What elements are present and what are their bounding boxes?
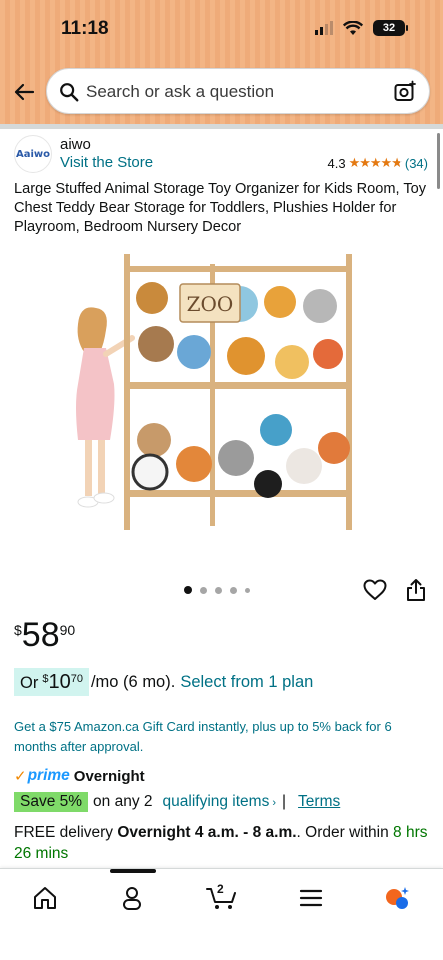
product-title: Large Stuffed Animal Storage Toy Organiz… bbox=[14, 181, 427, 235]
wifi-icon bbox=[343, 20, 363, 35]
search-icon bbox=[60, 83, 79, 102]
plan-whole: 10 bbox=[48, 671, 71, 693]
delivery-window: Overnight 4 a.m. - 8 a.m. bbox=[117, 824, 297, 841]
account-icon[interactable] bbox=[119, 885, 145, 911]
delivery-suffix: . Order within bbox=[296, 824, 389, 841]
brand-logo[interactable]: Aaiwo bbox=[14, 135, 52, 173]
save-badge: Save 5% bbox=[14, 792, 89, 812]
terms-link[interactable]: Terms bbox=[298, 793, 340, 811]
search-bar[interactable]: Search or ask a question bbox=[46, 68, 430, 114]
heart-icon[interactable] bbox=[363, 579, 387, 601]
qualifying-items-link[interactable]: qualifying items › bbox=[163, 793, 277, 811]
prime-logo: prime bbox=[27, 767, 70, 784]
plan-suffix: /mo (6 mo). bbox=[90, 672, 176, 691]
prime-check-icon: ✓ bbox=[14, 768, 27, 785]
brand-logo-text: Aaiwo bbox=[15, 148, 51, 160]
star-rating-icon: ★★★★★ ★ bbox=[348, 155, 403, 170]
svg-text:ZOO: ZOO bbox=[187, 292, 234, 316]
rating-summary[interactable]: 4.3 ★★★★★ ★ (34) bbox=[328, 155, 428, 171]
carousel-dot[interactable] bbox=[184, 586, 192, 594]
save-promotion: Save 5% on any 2 qualifying items › | Ter… bbox=[14, 792, 340, 812]
product-image[interactable]: ZOO bbox=[70, 244, 373, 544]
select-plan-link[interactable]: Select from 1 plan bbox=[180, 673, 313, 692]
status-time: 11:18 bbox=[61, 18, 109, 39]
carousel-dot[interactable] bbox=[245, 587, 250, 593]
visit-store-link[interactable]: Visit the Store bbox=[60, 154, 153, 171]
camera-search-icon[interactable] bbox=[393, 80, 417, 104]
search-placeholder[interactable]: Search or ask a question bbox=[86, 82, 274, 102]
separator: | bbox=[282, 793, 287, 810]
back-arrow-icon[interactable] bbox=[12, 80, 36, 104]
image-carousel-dots[interactable] bbox=[184, 586, 250, 594]
status-icons: 32 bbox=[315, 20, 408, 36]
price-fraction: 90 bbox=[59, 622, 76, 638]
prime-badge: ✓ prime Overnight bbox=[14, 767, 145, 785]
rating-count[interactable]: (34) bbox=[405, 156, 428, 171]
brand-name: aiwo bbox=[60, 136, 91, 153]
zoo-sign: ZOO bbox=[179, 283, 241, 323]
delivery-info: FREE delivery Overnight 4 a.m. - 8 a.m..… bbox=[14, 822, 429, 864]
active-tab-indicator bbox=[110, 869, 156, 873]
cart-button[interactable]: 2 bbox=[206, 882, 238, 911]
scrollbar[interactable] bbox=[437, 133, 440, 189]
carousel-dot[interactable] bbox=[230, 586, 237, 594]
price: $ 58 90 bbox=[14, 616, 75, 654]
app-header: 11:18 32 Search or ask a question bbox=[0, 0, 443, 124]
rufus-ai-icon[interactable] bbox=[384, 885, 410, 911]
cart-count: 2 bbox=[217, 882, 224, 896]
prime-overnight-label: Overnight bbox=[73, 767, 145, 785]
menu-icon[interactable] bbox=[298, 885, 324, 911]
price-whole: 58 bbox=[21, 616, 60, 654]
delivery-prefix: FREE delivery bbox=[14, 824, 114, 841]
carousel-dot[interactable] bbox=[215, 586, 222, 594]
gift-card-offer-link[interactable]: Get a $75 Amazon.ca Gift Card instantly,… bbox=[14, 717, 424, 757]
installment-plan: Or $ 10 70 /mo (6 mo). Select from 1 pla… bbox=[14, 668, 313, 696]
plan-prefix: Or bbox=[20, 674, 39, 692]
header-divider bbox=[0, 124, 443, 129]
qualifying-items-label[interactable]: qualifying items bbox=[163, 793, 270, 810]
price-currency: $ bbox=[14, 622, 22, 638]
carousel-dot[interactable] bbox=[200, 586, 207, 594]
home-icon[interactable] bbox=[32, 885, 58, 911]
signal-icon bbox=[315, 21, 333, 35]
rating-value: 4.3 bbox=[327, 155, 346, 171]
plan-fraction: 70 bbox=[70, 673, 83, 685]
installment-pill: Or $ 10 70 bbox=[14, 668, 89, 696]
share-icon[interactable] bbox=[406, 578, 426, 602]
battery-icon: 32 bbox=[373, 20, 408, 36]
bottom-nav: 2 bbox=[0, 868, 443, 960]
save-text: on any 2 bbox=[93, 793, 153, 810]
chevron-right-icon: › bbox=[272, 797, 277, 809]
